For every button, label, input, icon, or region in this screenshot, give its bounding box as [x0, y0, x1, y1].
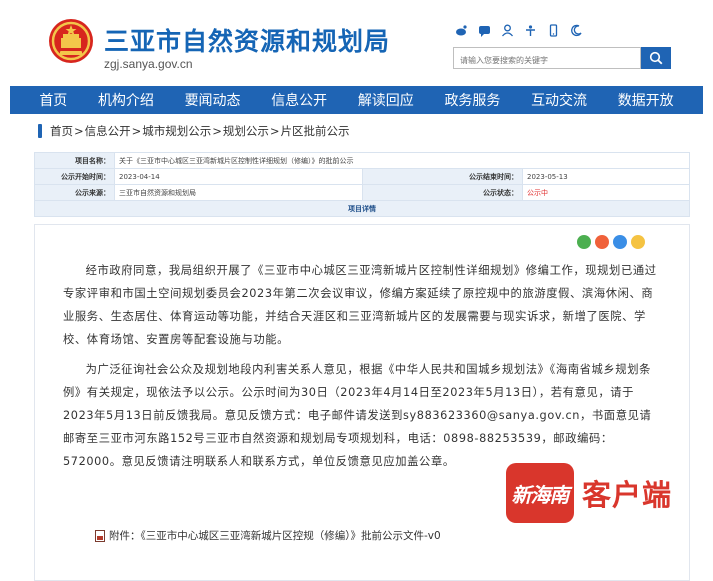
nav-item-about[interactable]: 机构介绍: [98, 90, 154, 110]
search-box[interactable]: [453, 47, 641, 71]
start-date-label: 公示开始时间：: [34, 168, 115, 185]
breadcrumb-item[interactable]: 片区批前公示: [281, 123, 350, 139]
breadcrumb-item[interactable]: 信息公开: [85, 123, 131, 139]
attachment-label[interactable]: 附件：《三亚市中心城区三亚湾新城片区控规（修编）》批前公示文件-v0: [109, 528, 441, 543]
nav-item-services[interactable]: 政务服务: [444, 90, 500, 110]
favorite-share-icon[interactable]: [631, 235, 645, 249]
paragraph-text: 为广泛征询社会公众及规划地段内利害关系人意见，根据《中华人民共和国城乡规划法》《…: [63, 363, 652, 468]
article-paragraph-1: 经市政府同意，我局组织开展了《三亚市中心城区三亚湾新城片区控制性详细规划》修编工…: [63, 259, 663, 351]
top-toolbar: [455, 24, 583, 37]
breadcrumb-separator: >: [74, 124, 84, 138]
end-date-label: 公示结束时间：: [362, 168, 523, 185]
breadcrumb-separator: >: [131, 124, 142, 138]
breadcrumb-item[interactable]: 城市规划公示: [142, 123, 211, 139]
article-body: 经市政府同意，我局组织开展了《三亚市中心城区三亚湾新城片区控制性详细规划》修编工…: [34, 224, 690, 581]
national-emblem-icon[interactable]: [48, 18, 94, 64]
nav-item-interpretation[interactable]: 解读回应: [358, 90, 414, 110]
start-date-value: 2023-04-14: [114, 168, 363, 185]
nav-item-home[interactable]: 首页: [39, 90, 67, 110]
user-icon[interactable]: [501, 24, 514, 37]
wechat-share-icon[interactable]: [577, 235, 591, 249]
search-input[interactable]: [454, 50, 640, 71]
nav-item-open-data[interactable]: 数据开放: [618, 90, 674, 110]
share-bar: [577, 235, 645, 249]
accessibility-icon[interactable]: [524, 24, 537, 37]
xinhainan-logo: 新海南: [506, 463, 574, 523]
source-label: 公示来源：: [34, 184, 115, 201]
source-value: 三亚市自然资源和规划局: [114, 184, 363, 201]
breadcrumb-item[interactable]: 首页: [50, 123, 73, 139]
notice-info-table: 项目名称： 关于《三亚市中心城区三亚湾新城片区控制性详细规划（修编）》的批前公示…: [34, 152, 690, 217]
status-label: 公示状态：: [362, 184, 523, 201]
wechat-icon[interactable]: [478, 24, 491, 37]
site-title[interactable]: 三亚市自然资源和规划局: [104, 22, 390, 58]
nav-item-news[interactable]: 要闻动态: [185, 90, 241, 110]
site-header: 三亚市自然资源和规划局 zgj.sanya.gov.cn: [0, 0, 713, 85]
breadcrumb: 首页 > 信息公开 > 城市规划公示 > 规划公示 > 片区批前公示: [38, 122, 350, 140]
paragraph-text: 经市政府同意，我局组织开展了《三亚市中心城区三亚湾新城片区控制性详细规划》修编工…: [63, 264, 657, 346]
elder-mode-icon[interactable]: [570, 24, 583, 37]
search-icon: [649, 51, 663, 65]
status-badge: 公示中: [522, 184, 690, 201]
attachment-link[interactable]: 附件：《三亚市中心城区三亚湾新城片区控规（修编）》批前公示文件-v0: [95, 528, 441, 543]
project-detail-heading: 项目详情: [34, 200, 690, 217]
project-name-label: 项目名称：: [34, 152, 115, 169]
watermark-label: 客户端: [582, 478, 673, 512]
breadcrumb-separator: >: [269, 124, 280, 138]
breadcrumb-item[interactable]: 规划公示: [223, 123, 269, 139]
mobile-icon[interactable]: [547, 24, 560, 37]
weibo-share-icon[interactable]: [595, 235, 609, 249]
project-name-value: 关于《三亚市中心城区三亚湾新城片区控制性详细规划（修编）》的批前公示: [114, 152, 690, 169]
breadcrumb-marker: [38, 124, 42, 138]
document-icon: [95, 529, 105, 542]
xinhainan-watermark: 新海南 客户端: [506, 463, 713, 523]
site-domain: zgj.sanya.gov.cn: [104, 57, 193, 71]
article-paragraph-2: 为广泛征询社会公众及规划地段内利害关系人意见，根据《中华人民共和国城乡规划法》《…: [63, 358, 663, 473]
search-button[interactable]: [641, 47, 671, 69]
nav-item-disclosure[interactable]: 信息公开: [271, 90, 327, 110]
main-nav: 首页 机构介绍 要闻动态 信息公开 解读回应 政务服务 互动交流 数据开放: [10, 86, 703, 114]
weibo-icon[interactable]: [455, 24, 468, 37]
breadcrumb-separator: >: [212, 124, 222, 138]
qq-share-icon[interactable]: [613, 235, 627, 249]
nav-item-interaction[interactable]: 互动交流: [531, 90, 587, 110]
end-date-value: 2023-05-13: [522, 168, 690, 185]
